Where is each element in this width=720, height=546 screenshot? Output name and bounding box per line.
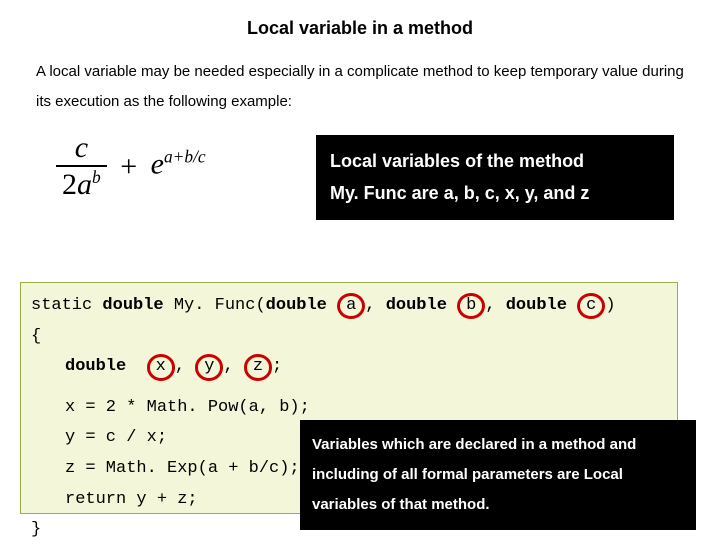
kw-double-ret: double — [102, 296, 163, 315]
kw-double-p1: double — [266, 296, 327, 315]
kw-static: static — [31, 296, 102, 315]
callout-line-2: My. Func are a, b, c, x, y, and z — [330, 177, 660, 209]
callout-line-1: Local variables of the method — [330, 145, 660, 177]
param-c: c — [577, 293, 605, 319]
den-exp: b — [92, 167, 101, 187]
decl-end: ; — [272, 357, 282, 376]
decl-x: x — [147, 354, 175, 380]
decl-z: z — [244, 354, 272, 380]
param-b: b — [457, 293, 485, 319]
denominator: 2ab — [56, 165, 107, 202]
decl-sep2: , — [223, 357, 243, 376]
e-exp: a+b/c — [164, 146, 206, 166]
kw-double-p3: double — [506, 296, 567, 315]
kw-double-decl: double — [65, 357, 126, 376]
den-base: a — [77, 168, 92, 201]
e-base: e — [151, 147, 164, 180]
page-title: Local variable in a method — [0, 0, 720, 39]
sep-2: , — [485, 296, 505, 315]
plus-sign: + — [114, 150, 143, 183]
intro-text: A local variable may be needed especiall… — [36, 57, 684, 117]
code-decl: double x, y, z; — [31, 352, 667, 383]
numerator: c — [56, 131, 107, 165]
spacer — [31, 383, 667, 393]
sig-close: ) — [605, 296, 615, 315]
formula-row: c 2ab + ea+b/c Local variables of the me… — [36, 125, 684, 245]
den-coeff: 2 — [62, 168, 77, 201]
decl-sep1: , — [175, 357, 195, 376]
callout-definition: Variables which are declared in a method… — [300, 420, 696, 530]
code-l1: x = 2 * Math. Pow(a, b); — [31, 393, 667, 424]
decl-y: y — [195, 354, 223, 380]
fraction: c 2ab — [56, 131, 107, 202]
callout-local-vars: Local variables of the method My. Func a… — [316, 135, 674, 220]
sep-1: , — [365, 296, 385, 315]
code-signature: static double My. Func(double a, double … — [31, 291, 667, 322]
math-formula: c 2ab + ea+b/c — [56, 131, 206, 202]
fn-name: My. Func( — [164, 296, 266, 315]
param-a: a — [337, 293, 365, 319]
brace-open: { — [31, 322, 667, 353]
kw-double-p2: double — [386, 296, 447, 315]
